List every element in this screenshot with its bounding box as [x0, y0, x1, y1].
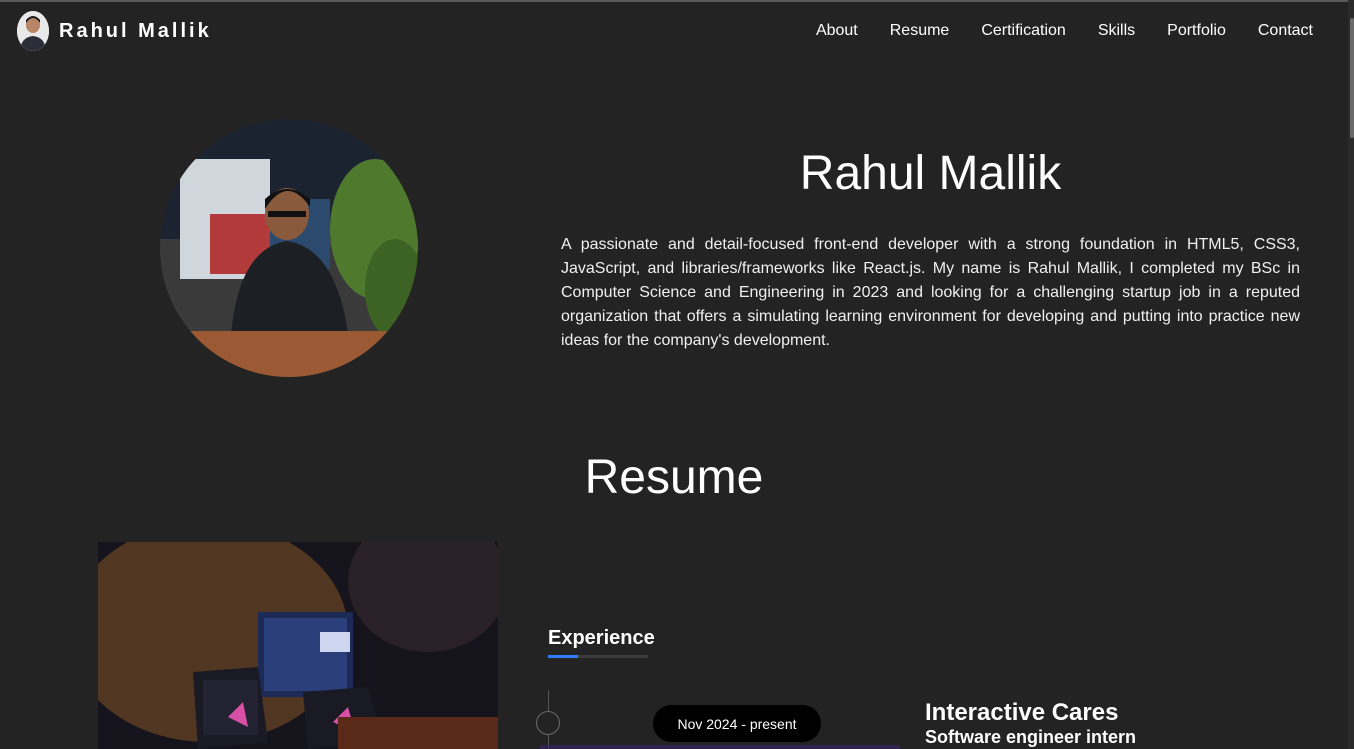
scrollbar-thumb[interactable]	[1350, 18, 1354, 138]
bottom-glow	[540, 745, 900, 749]
window-top-border	[0, 0, 1354, 2]
experience-role: Software engineer intern	[925, 727, 1137, 747]
profile-photo	[160, 119, 418, 377]
main-nav: About Resume Certification Skills Portfo…	[816, 22, 1313, 40]
nav-resume[interactable]: Resume	[890, 22, 950, 40]
resume-photo	[98, 542, 498, 749]
page-scrollbar[interactable]	[1348, 0, 1354, 749]
experience-date-badge: Nov 2024 - present	[653, 705, 821, 742]
experience-underline	[548, 655, 648, 658]
nav-about[interactable]: About	[816, 22, 858, 40]
experience-heading: Experience	[548, 627, 655, 649]
brand-name: Rahul Mallik	[59, 19, 212, 42]
brand[interactable]: Rahul Mallik	[17, 11, 212, 51]
experience-company: Interactive Cares	[925, 699, 1119, 726]
resume-title: Resume	[584, 451, 764, 504]
nav-portfolio[interactable]: Portfolio	[1167, 22, 1226, 40]
nav-certification[interactable]: Certification	[981, 22, 1065, 40]
hero-bio: A passionate and detail-focused front-en…	[561, 236, 1300, 349]
brand-avatar	[17, 11, 49, 51]
nav-contact[interactable]: Contact	[1258, 22, 1313, 40]
timeline-dot	[536, 711, 560, 735]
hero-name: Rahul Mallik	[799, 147, 1062, 200]
nav-skills[interactable]: Skills	[1098, 22, 1135, 40]
